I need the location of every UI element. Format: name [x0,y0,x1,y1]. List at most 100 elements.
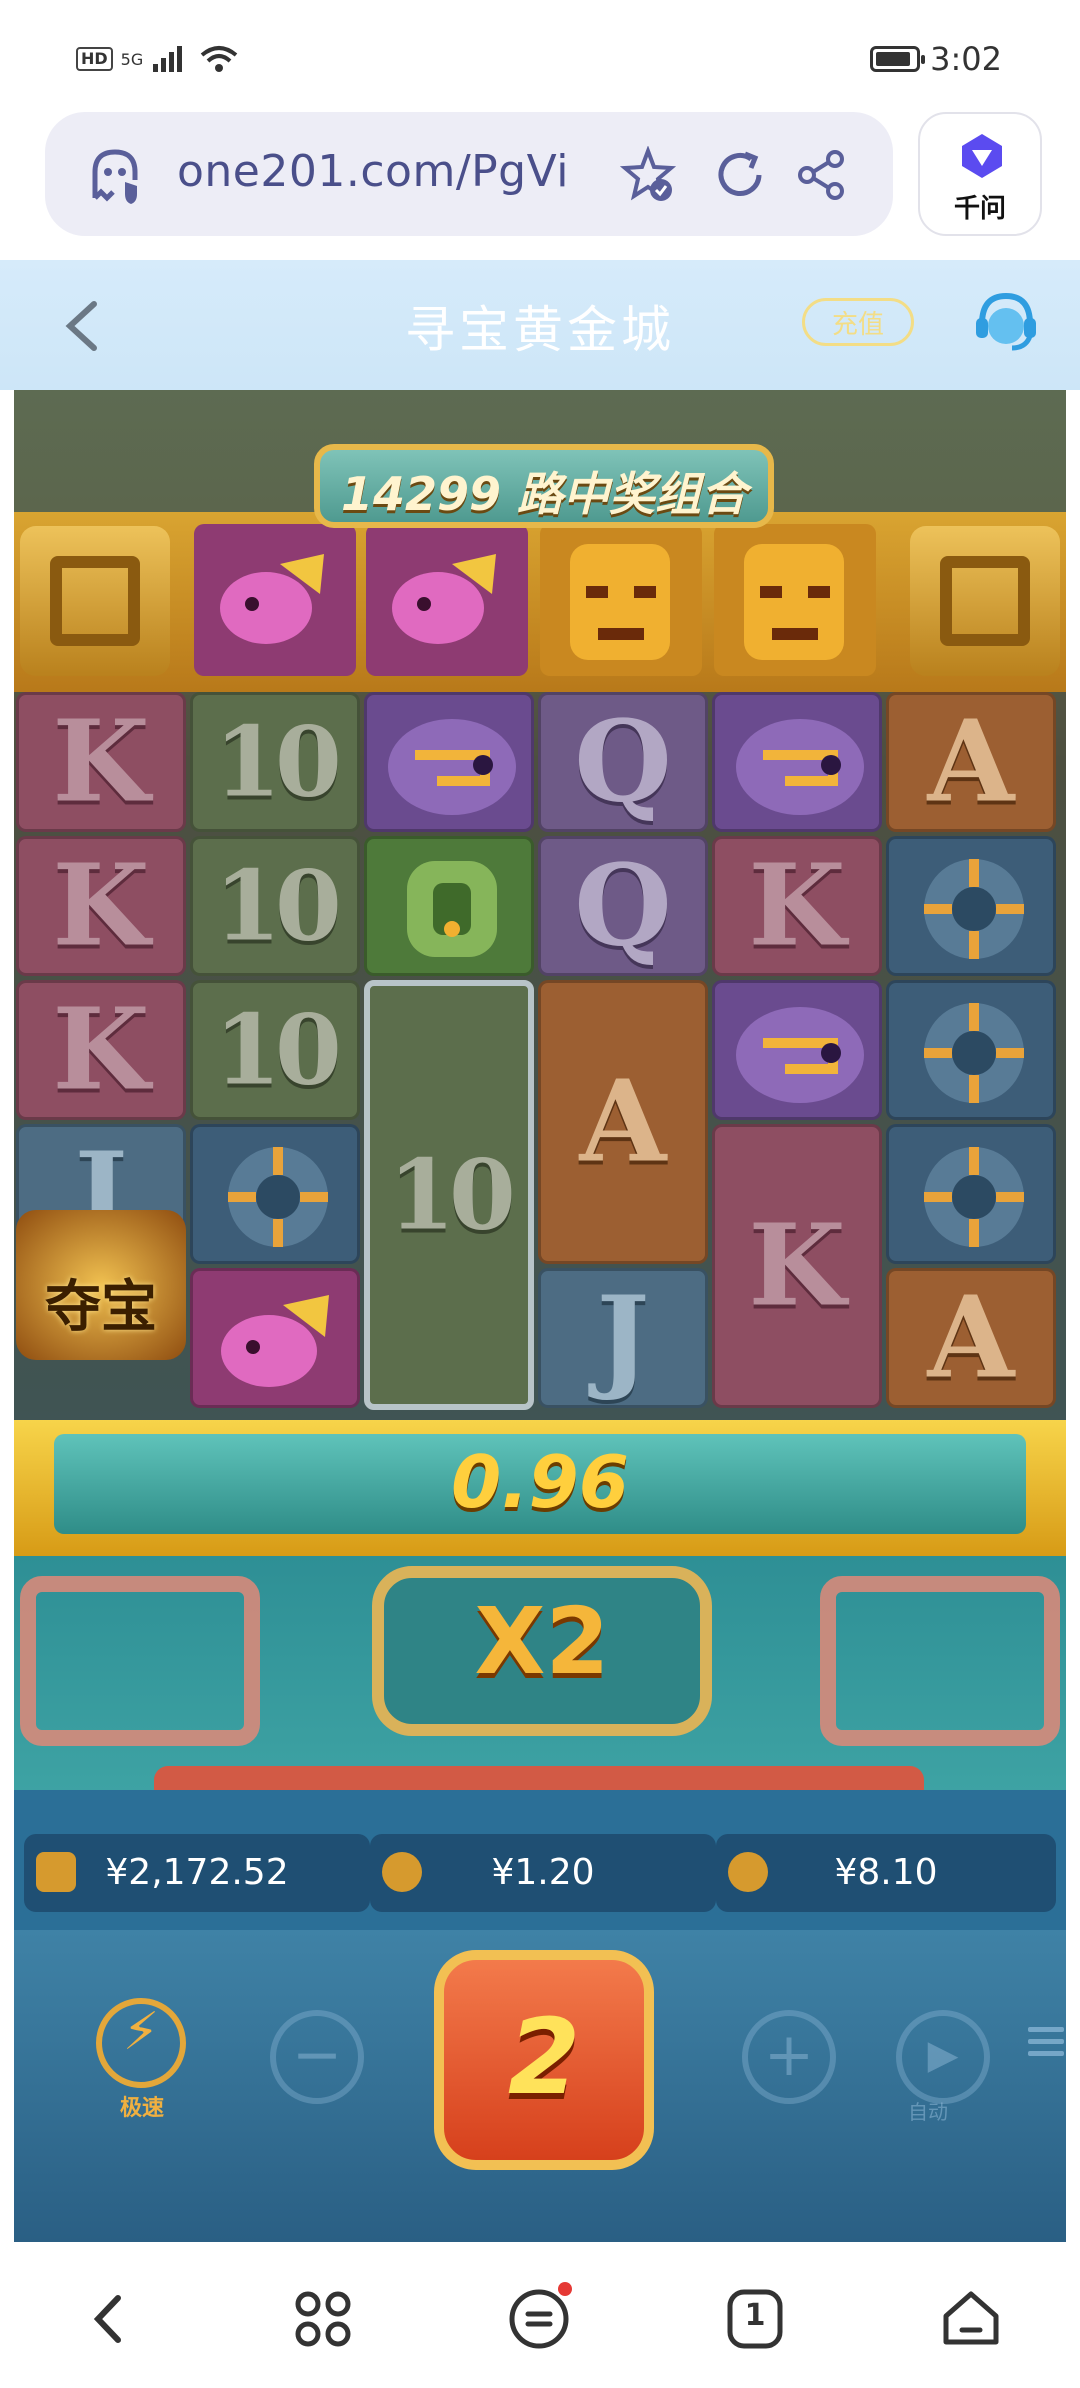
symbol-label: K [748,840,846,972]
symbol-label: 10 [214,993,342,1107]
symbol-tile: 10 [190,980,360,1120]
symbol-pink-bird [190,1268,360,1408]
wifi-icon [200,46,238,72]
status-bar: HD 5G 3:02 [0,0,1080,110]
bet-value: ¥1.20 [491,1852,595,1893]
signal-icon [153,46,183,72]
qianwen-assistant-button[interactable]: 千问 [918,112,1042,236]
top-reel-frame [14,512,1066,692]
spin-button[interactable]: 2 [434,1950,654,2170]
status-left: HD 5G [76,44,239,74]
symbol-label: Q [574,840,672,972]
balance-pill: ¥2,172.52 [24,1834,370,1912]
status-right: 3:02 [870,40,1002,78]
symbol-tile-tall: K [712,1124,882,1408]
symbol-label: A [927,696,1015,828]
bet-pill: ¥1.20 [370,1834,716,1912]
symbol-label: K [52,696,150,828]
symbol-compass [886,1124,1056,1264]
address-bar[interactable]: one201.com/PgVi [45,112,893,236]
turbo-button[interactable]: ⚡ [96,1998,186,2088]
symbol-label: 10 [214,849,342,963]
turbo-label: 极速 [119,2096,164,2121]
ways-text: 14299 路中奖组合 [340,467,748,521]
autoplay-button[interactable]: ▶ [896,2010,990,2104]
serpent-glyph-right [820,1576,1060,1746]
refresh-icon[interactable] [711,146,769,204]
qianwen-logo-icon [962,134,1002,178]
back-icon[interactable] [76,2286,142,2352]
network-type: 5G [120,49,144,69]
symbol-tile: Q [538,692,708,832]
clock: 3:02 [930,40,1002,78]
symbol-label: K [748,1200,846,1332]
symbol-tile: K [16,836,186,976]
autoplay-label: 自动 [908,2100,948,2124]
treasure-wild-symbol: 夺宝 [16,1210,186,1360]
apps-icon[interactable] [290,2286,356,2352]
symbol-compass [886,836,1056,976]
lightning-icon: ⚡ [122,2002,160,2062]
symbol-tile: A [886,1268,1056,1408]
symbol-label: A [927,1272,1015,1404]
symbol-purple-serpent [712,980,882,1120]
symbol-purple-serpent [712,692,882,832]
multiplier-value: X2 [474,1588,610,1695]
win-display: 0.96 [14,1420,1066,1556]
customer-service-icon[interactable] [970,290,1042,354]
multiplier-zone: X2 [14,1556,1066,1806]
symbol-label: J [596,1272,650,1404]
symbol-tile: J [538,1268,708,1408]
star-check-icon[interactable] [619,146,677,204]
ways-banner: 14299 路中奖组合 [314,444,774,528]
menu-icon[interactable] [1028,2020,1064,2063]
spiral-ornament-right [910,526,1060,676]
top-symbol-pink-bird [366,524,528,676]
tabs-icon[interactable]: 1 [722,2286,788,2352]
symbol-tile-tall: 10 [364,980,534,1410]
symbol-tile: A [886,692,1056,832]
notification-dot [558,2282,572,2296]
qianwen-label: 千问 [953,194,1006,224]
url-text[interactable]: one201.com/PgVi [177,146,569,197]
symbol-label: K [52,840,150,972]
symbol-label: K [52,984,150,1116]
serpent-glyph-left [20,1576,260,1746]
slot-game: 14299 路中奖组合 K K K J 10 10 10 10 Q Q A J [14,390,1066,2242]
decrease-bet-button[interactable]: − [270,2010,364,2104]
symbol-tile: 10 [190,836,360,976]
battery-icon [870,46,926,72]
symbol-compass [886,980,1056,1120]
symbol-tile: 10 [190,692,360,832]
symbol-tile: K [16,692,186,832]
spiral-ornament-left [20,526,170,676]
menu-icon[interactable] [506,2286,572,2352]
symbol-tile-tall: A [538,980,708,1264]
control-panel: ⚡ 极速 − 2 + ▶ 自动 [14,1930,1066,2242]
share-icon[interactable] [793,146,851,204]
recharge-button[interactable]: 充值 [802,298,914,346]
win-pill: ¥8.10 [716,1834,1056,1912]
symbol-tile: K [712,836,882,976]
hd-badge: HD [76,47,113,71]
top-symbol-gold-mask [714,524,876,676]
home-icon[interactable] [938,2286,1004,2352]
top-symbol-gold-mask [540,524,702,676]
symbol-label: 10 [214,705,342,819]
symbol-purple-serpent [364,692,534,832]
ghost-shield-icon[interactable] [87,146,147,206]
symbol-label: A [579,1056,667,1188]
symbol-label: 10 [388,1138,516,1252]
win-value: ¥8.10 [834,1852,938,1893]
symbol-label: Q [574,696,672,828]
win-amount: 0.96 [451,1440,629,1524]
symbol-tile: Q [538,836,708,976]
symbol-green-jade [364,836,534,976]
treasure-label: 夺宝 [45,1275,157,1340]
tab-count: 1 [744,2298,766,2333]
spin-count: 2 [507,1996,581,2118]
info-bar: ¥2,172.52 ¥1.20 ¥8.10 [14,1790,1066,1940]
increase-bet-button[interactable]: + [742,2010,836,2104]
multiplier-plate: X2 [372,1566,712,1736]
symbol-tile: K [16,980,186,1120]
